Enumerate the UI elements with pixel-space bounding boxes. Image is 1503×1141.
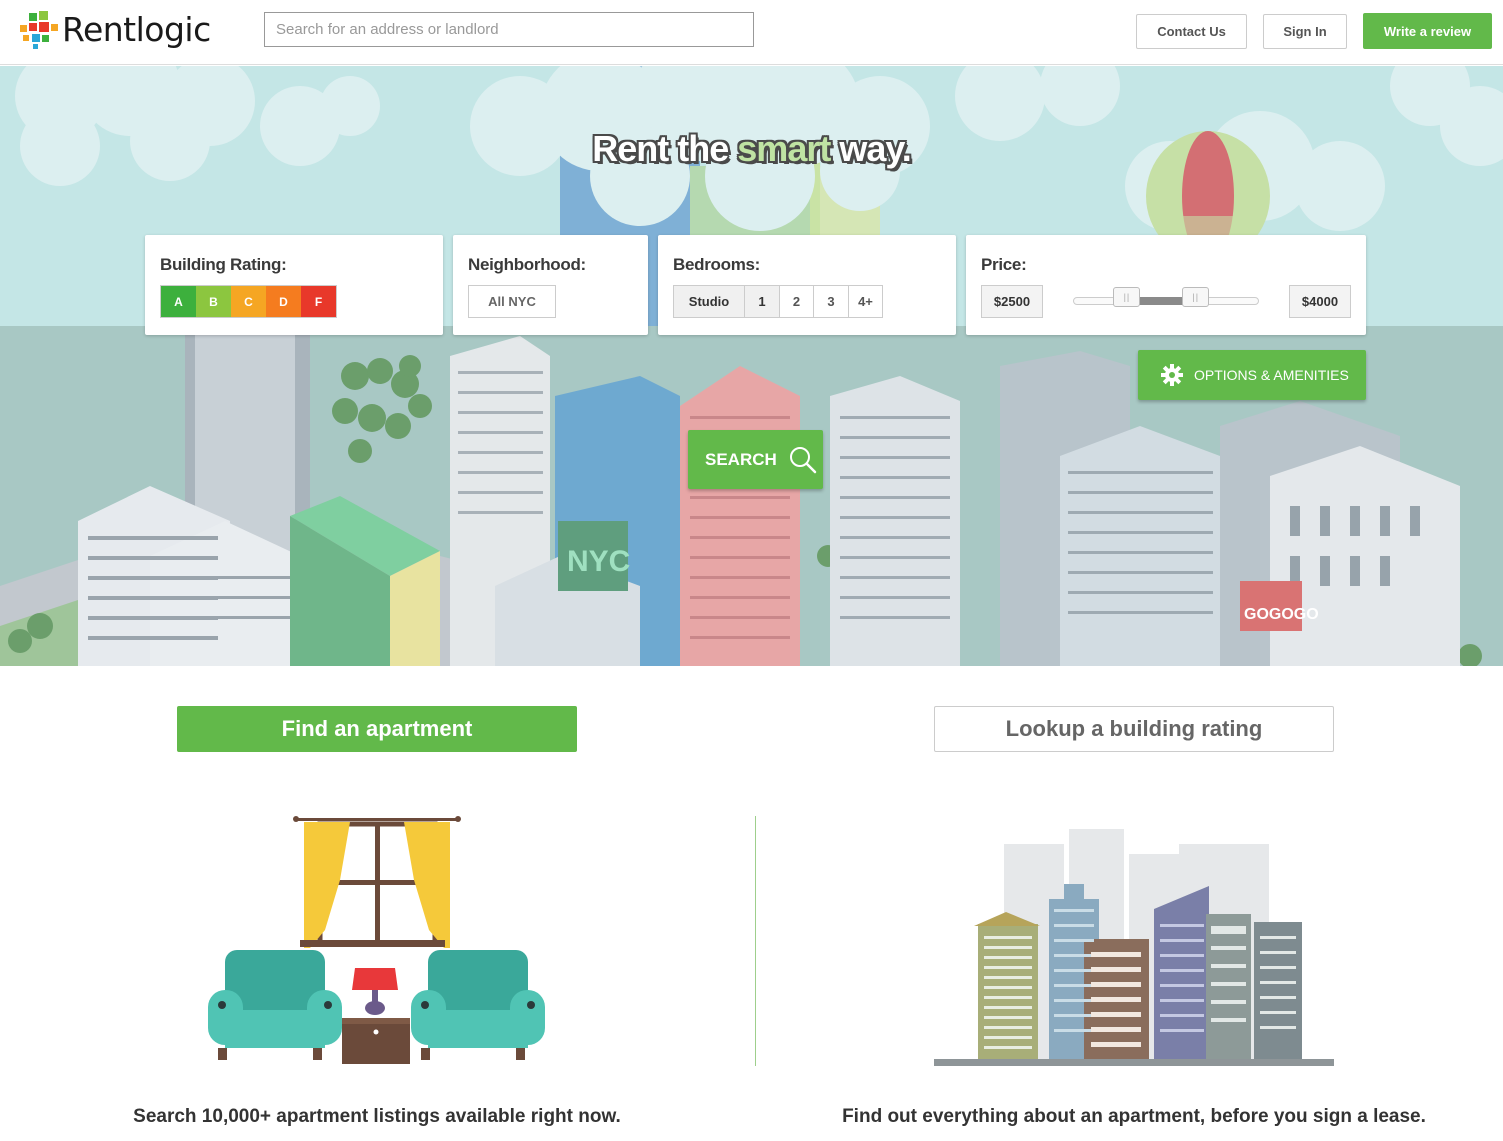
building-rating-card: Building Rating: A B C D F <box>145 235 443 335</box>
hero-section: NYC GOGOGO Rent the smart way. Building … <box>0 66 1503 666</box>
price-max-handle[interactable]: || <box>1182 287 1210 307</box>
grade-a-button[interactable]: A <box>161 286 196 317</box>
lookup-building-caption: Find out everything about an apartment, … <box>842 1106 1426 1127</box>
grade-selector: A B C D F <box>160 285 337 318</box>
hero-search-label: SEARCH <box>705 449 777 469</box>
site-header: Rentlogic Contact Us Sign In Write a rev… <box>0 0 1503 65</box>
grade-c-button[interactable]: C <box>231 286 266 317</box>
options-amenities-label: OPTIONS & AMENITIES <box>1194 367 1349 383</box>
price-label: Price: <box>981 255 1027 274</box>
price-min-handle[interactable]: || <box>1113 287 1141 307</box>
bedrooms-label: Bedrooms: <box>673 255 761 274</box>
neighborhood-card: Neighborhood: All NYC <box>453 235 648 335</box>
grade-d-button[interactable]: D <box>266 286 301 317</box>
bedroom-selector: Studio 1 2 3 4+ <box>673 285 883 318</box>
price-max-value: $4000 <box>1289 285 1351 318</box>
logo[interactable]: Rentlogic <box>20 10 211 49</box>
logo-text: Rentlogic <box>62 10 211 49</box>
bedrooms-card: Bedrooms: Studio 1 2 3 4+ <box>658 235 956 335</box>
options-amenities-button[interactable]: OPTIONS & AMENITIES <box>1138 350 1366 400</box>
building-rating-label: Building Rating: <box>160 255 287 274</box>
write-review-button[interactable]: Write a review <box>1363 13 1492 49</box>
neighborhood-label: Neighborhood: <box>468 255 586 274</box>
city-buildings-illustration <box>934 829 1334 1066</box>
bedroom-option-4plus[interactable]: 4+ <box>848 286 882 317</box>
logo-mark-icon <box>20 10 58 49</box>
living-room-illustration <box>208 816 545 1064</box>
bedroom-option-studio[interactable]: Studio <box>674 286 744 317</box>
grade-f-button[interactable]: F <box>301 286 336 317</box>
gogogo-sign-text: GOGOGO <box>1244 606 1319 623</box>
lookup-building-tab[interactable]: Lookup a building rating <box>934 706 1334 752</box>
find-apartment-caption: Search 10,000+ apartment listings availa… <box>133 1106 621 1127</box>
nyc-sign-text: NYC <box>567 545 630 578</box>
contact-us-button[interactable]: Contact Us <box>1136 14 1247 49</box>
sign-in-button[interactable]: Sign In <box>1263 14 1347 49</box>
gear-icon <box>1161 364 1183 386</box>
hero-title-smart: smart <box>737 128 831 169</box>
search-icon <box>789 446 817 473</box>
hero-search-button[interactable]: SEARCH <box>688 430 823 489</box>
bedroom-option-1[interactable]: 1 <box>744 286 779 317</box>
grade-b-button[interactable]: B <box>196 286 231 317</box>
section-divider <box>755 816 756 1066</box>
bedroom-option-3[interactable]: 3 <box>813 286 848 317</box>
hero-title: Rent the smart way. <box>592 128 911 169</box>
price-card: Price: $2500 || || $4000 <box>966 235 1366 335</box>
price-min-value: $2500 <box>981 285 1043 318</box>
bedroom-option-2[interactable]: 2 <box>779 286 813 317</box>
price-slider-track[interactable] <box>1073 297 1259 305</box>
find-apartment-tab[interactable]: Find an apartment <box>177 706 577 752</box>
neighborhood-select[interactable]: All NYC <box>468 285 556 318</box>
address-search-input[interactable] <box>264 12 754 47</box>
